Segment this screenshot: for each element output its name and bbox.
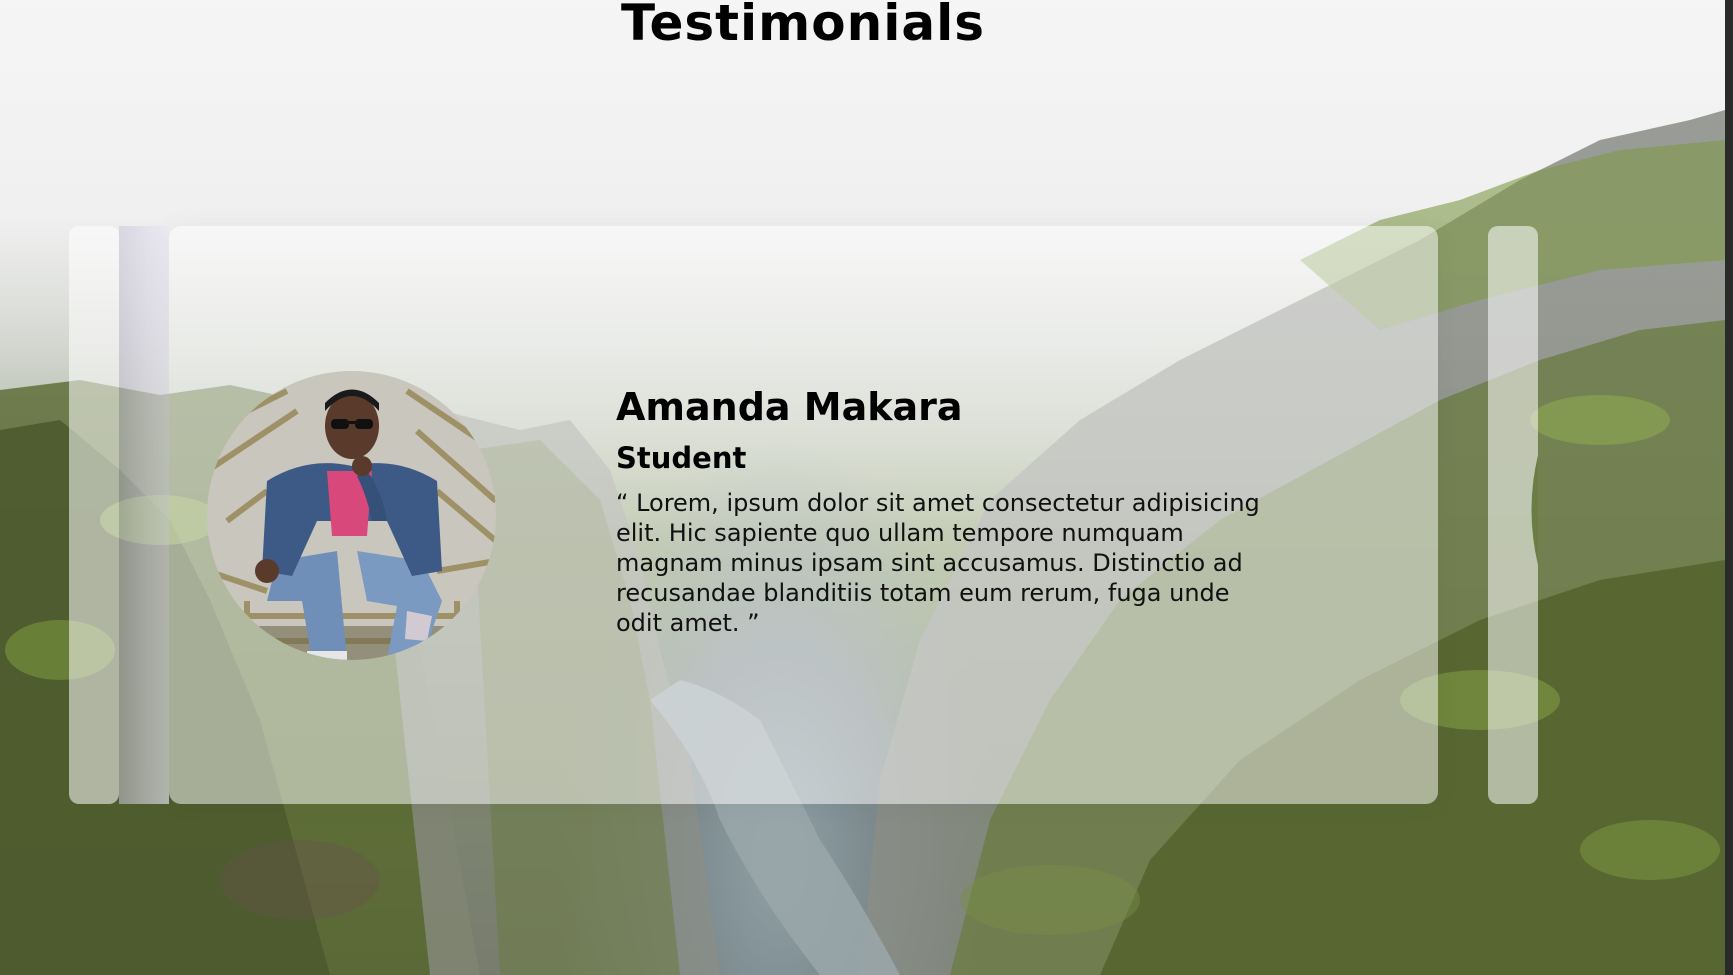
- person-role: Student: [616, 441, 747, 475]
- page-title: Testimonials: [620, 0, 985, 52]
- next-avatar-edge: [1525, 455, 1538, 565]
- testimonial-card-previous[interactable]: [69, 226, 119, 804]
- card-stack-shadow: [119, 226, 169, 804]
- person-photo-icon: [207, 371, 496, 660]
- testimonials-page: Testimonials Amanda Makara Student “ Lor…: [0, 0, 1733, 975]
- person-name: Amanda Makara: [616, 385, 963, 429]
- testimonial-quote: “ Lorem, ipsum dolor sit amet consectetu…: [616, 489, 1260, 637]
- testimonial-content: Amanda Makara Student “ Lorem, ipsum dol…: [616, 380, 1276, 638]
- page-scrollbar[interactable]: [1725, 0, 1733, 975]
